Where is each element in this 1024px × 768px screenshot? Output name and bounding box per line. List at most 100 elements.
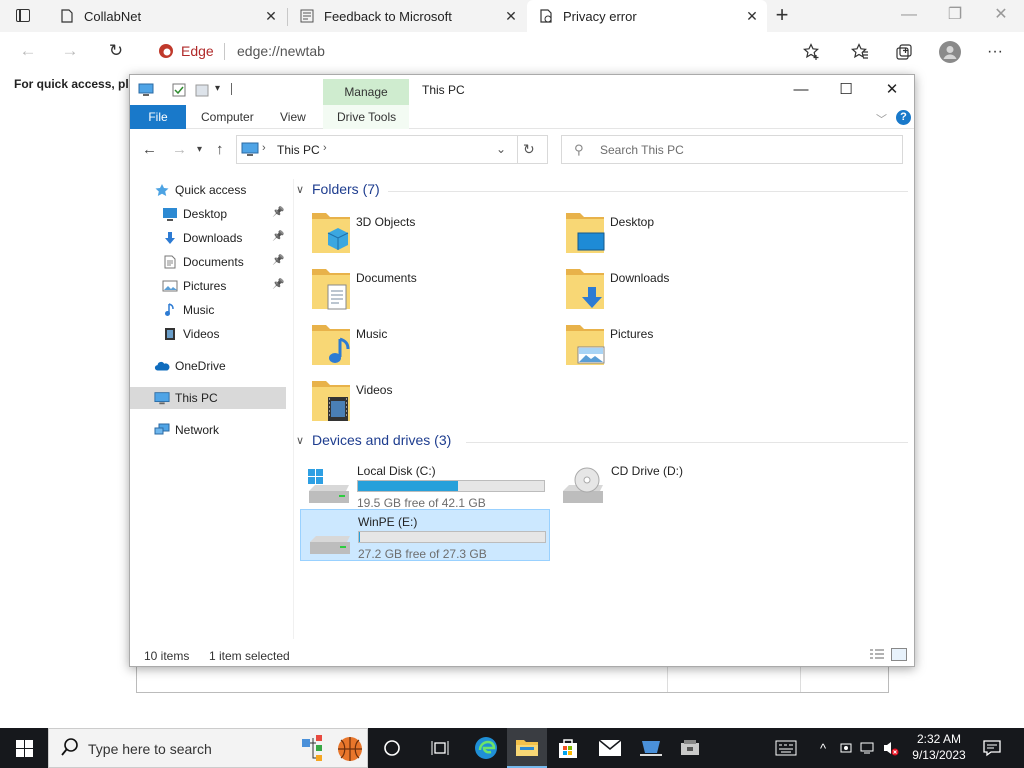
close-tab-icon[interactable]: ✕ xyxy=(504,9,518,23)
minimize-icon[interactable]: — xyxy=(886,0,932,30)
sidebar-item-music[interactable]: Music xyxy=(130,299,286,321)
app-taskbar-icon[interactable] xyxy=(631,728,671,768)
folder-3d-objects[interactable]: 3D Objects xyxy=(296,209,546,261)
sidebar-item-desktop[interactable]: Desktop 📌 xyxy=(130,203,286,225)
tools-taskbar-icon[interactable] xyxy=(671,728,711,768)
search-box[interactable]: ⚲ xyxy=(561,135,903,164)
devices-group-header[interactable]: ∨ Devices and drives (3) xyxy=(296,432,908,452)
file-explorer-taskbar-icon[interactable] xyxy=(507,728,547,768)
tab-feedback[interactable]: Feedback to Microsoft ✕ xyxy=(288,0,526,32)
folder-pictures[interactable]: Pictures xyxy=(550,321,800,373)
breadcrumb[interactable]: This PC xyxy=(277,143,320,157)
clock[interactable]: 2:32 AM 9/13/2023 xyxy=(904,731,974,763)
pin-icon: 📌 xyxy=(272,207,285,218)
start-button[interactable] xyxy=(0,728,48,768)
search-input[interactable] xyxy=(600,141,890,159)
help-icon[interactable]: ? xyxy=(896,110,911,125)
folder-desktop[interactable]: Desktop xyxy=(550,209,800,261)
folders-group-header[interactable]: ∨ Folders (7) xyxy=(296,181,908,201)
new-tab-button[interactable]: + xyxy=(770,4,794,28)
pin-icon: 📌 xyxy=(272,279,285,290)
cortana-icon[interactable] xyxy=(372,728,412,768)
sidebar-item-label: Pictures xyxy=(183,279,227,293)
close-window-icon[interactable]: ✕ xyxy=(978,0,1024,30)
close-icon[interactable]: ✕ xyxy=(869,75,915,105)
sidebar-item-onedrive[interactable]: OneDrive xyxy=(130,355,286,377)
taskbar-search[interactable]: Type here to search xyxy=(48,728,368,768)
volume-muted-icon[interactable] xyxy=(883,740,899,756)
forward-button[interactable]: → xyxy=(58,40,82,64)
item-count: 10 items xyxy=(144,649,190,663)
restore-icon[interactable]: ❐ xyxy=(932,0,978,30)
folder-videos[interactable]: Videos xyxy=(296,377,546,429)
recent-locations-icon[interactable]: ▾ xyxy=(197,144,202,155)
properties-icon[interactable] xyxy=(172,83,188,97)
feedback-icon xyxy=(300,9,314,23)
collections-icon[interactable] xyxy=(892,40,916,64)
tab-privacy-error[interactable]: Privacy error ✕ xyxy=(527,0,767,32)
address-bar[interactable]: › This PC › ⌄ ↻ xyxy=(236,135,548,164)
cd-drive-icon xyxy=(560,467,606,505)
new-folder-icon[interactable] xyxy=(195,83,211,97)
tab-view[interactable]: View xyxy=(280,105,306,129)
folder-documents[interactable]: Documents xyxy=(296,265,546,317)
drive-free-space: 27.2 GB free of 27.3 GB xyxy=(358,547,487,561)
sidebar-item-videos[interactable]: Videos xyxy=(130,323,286,345)
sidebar-item-documents[interactable]: Documents 📌 xyxy=(130,251,286,273)
sidebar-item-downloads[interactable]: Downloads 📌 xyxy=(130,227,286,249)
chevron-down-icon[interactable]: ∨ xyxy=(296,183,304,196)
chevron-right-icon[interactable]: › xyxy=(323,142,327,154)
manage-tab[interactable]: Manage xyxy=(323,79,409,105)
keyboard-layout-icon[interactable] xyxy=(775,740,797,756)
sidebar-item-label: Videos xyxy=(183,327,220,341)
tab-actions-button[interactable] xyxy=(10,6,38,28)
forward-button[interactable]: → xyxy=(172,141,187,158)
mail-icon[interactable] xyxy=(590,728,630,768)
date: 9/13/2023 xyxy=(912,748,966,762)
drive-local-disk-c[interactable]: Local Disk (C:) 19.5 GB free of 42.1 GB xyxy=(300,459,550,511)
folder-music[interactable]: Music xyxy=(296,321,546,373)
address-dropdown-icon[interactable]: ⌄ xyxy=(496,142,506,156)
folder-downloads[interactable]: Downloads xyxy=(550,265,800,317)
chevron-down-icon[interactable]: ∨ xyxy=(296,434,304,447)
more-menu-icon[interactable]: ··· xyxy=(983,40,1007,64)
refresh-icon[interactable]: ↻ xyxy=(523,141,535,158)
sidebar-item-network[interactable]: Network xyxy=(130,419,286,441)
device-icon[interactable] xyxy=(838,740,854,756)
close-tab-icon[interactable]: ✕ xyxy=(264,9,278,23)
favorites-icon[interactable] xyxy=(848,40,872,64)
expand-ribbon-icon[interactable]: ﹀ xyxy=(876,111,887,127)
profile-avatar[interactable] xyxy=(938,40,962,64)
maximize-icon[interactable]: ☐ xyxy=(823,75,869,105)
details-view-icon[interactable] xyxy=(869,649,885,661)
back-button[interactable]: ← xyxy=(16,40,40,64)
tab-drive-tools[interactable]: Drive Tools xyxy=(337,105,396,129)
back-button[interactable]: ← xyxy=(142,141,157,158)
tab-computer[interactable]: Computer xyxy=(201,105,254,129)
network-status-icon[interactable] xyxy=(860,740,876,756)
close-tab-icon[interactable]: ✕ xyxy=(745,9,759,23)
drive-winpe-e[interactable]: WinPE (E:) 27.2 GB free of 27.3 GB xyxy=(300,509,550,561)
add-favorite-icon[interactable] xyxy=(800,40,824,64)
chevron-right-icon[interactable]: › xyxy=(262,142,266,154)
tab-file[interactable]: File xyxy=(130,105,186,129)
refresh-button[interactable]: ↻ xyxy=(104,40,128,64)
sidebar-item-label: Quick access xyxy=(175,183,247,197)
show-hidden-icons-icon[interactable]: ^ xyxy=(815,740,831,756)
search-highlight-icon xyxy=(300,733,330,765)
up-button[interactable]: ↑ xyxy=(216,141,224,158)
drive-cd-drive-d[interactable]: CD Drive (D:) xyxy=(554,459,804,511)
task-view-icon[interactable] xyxy=(420,728,460,768)
sidebar-item-this-pc[interactable]: This PC xyxy=(130,387,286,409)
edge-taskbar-icon[interactable] xyxy=(466,728,506,768)
large-icons-view-icon[interactable] xyxy=(891,648,907,661)
tab-collabnet[interactable]: CollabNet ✕ xyxy=(48,0,286,32)
minimize-icon[interactable]: — xyxy=(778,75,824,105)
sidebar-item-quick-access[interactable]: Quick access xyxy=(130,179,286,201)
sidebar-item-pictures[interactable]: Pictures 📌 xyxy=(130,275,286,297)
notifications-icon[interactable] xyxy=(983,739,1001,757)
store-icon[interactable] xyxy=(548,728,588,768)
address-bar[interactable]: edge://newtab xyxy=(237,43,325,59)
customize-qa-icon[interactable]: ▾ xyxy=(215,83,231,97)
onedrive-icon xyxy=(154,359,170,373)
